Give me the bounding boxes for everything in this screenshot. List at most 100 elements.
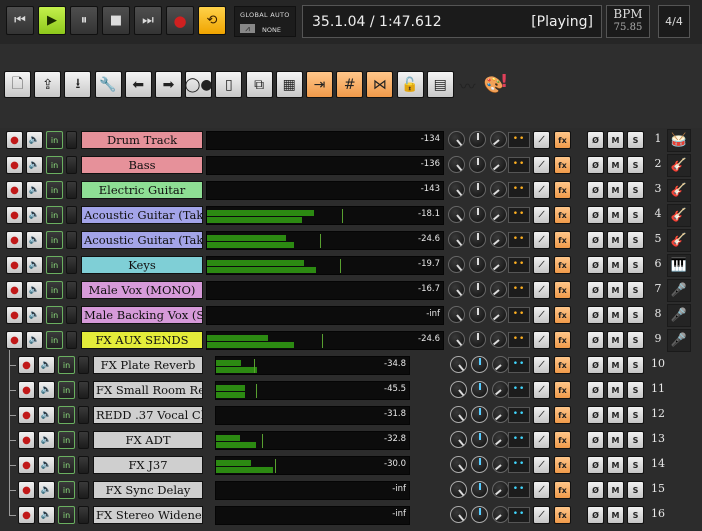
fx-button[interactable]: fx	[554, 181, 571, 199]
volume-knob[interactable]	[450, 506, 467, 523]
record-arm-button[interactable]: ●	[18, 381, 35, 399]
io-routing-button[interactable]: ••	[508, 307, 530, 323]
width-knob[interactable]	[492, 406, 509, 423]
input-button[interactable]: in	[46, 206, 63, 224]
input-button[interactable]: in	[58, 431, 75, 449]
track-lock-slot[interactable]	[66, 206, 77, 224]
solo-button[interactable]: S	[627, 231, 644, 249]
envelope-button[interactable]: ⟋	[533, 331, 550, 349]
save-project-icon[interactable]: ⭳	[64, 71, 92, 98]
pan-knob[interactable]	[471, 506, 488, 523]
width-knob[interactable]	[490, 206, 507, 223]
width-knob[interactable]	[492, 356, 509, 373]
redo-arrow-icon[interactable]: ➡	[155, 71, 182, 98]
go-to-start-button[interactable]: ⏮	[6, 6, 34, 35]
ripple-editing-icon[interactable]: ⇥	[306, 71, 333, 98]
speaker-monitor-icon[interactable]: 🔈	[26, 156, 43, 174]
speaker-monitor-icon[interactable]: 🔈	[38, 356, 55, 374]
volume-knob[interactable]	[448, 206, 465, 223]
track-lock-slot[interactable]	[78, 431, 89, 449]
speaker-monitor-icon[interactable]: 🔈	[26, 331, 43, 349]
time-signature[interactable]: 4/4	[658, 5, 690, 38]
solo-button[interactable]: S	[627, 156, 644, 174]
phase-button[interactable]: Ø	[587, 481, 604, 499]
track-name[interactable]: REDD .37 Vocal Chain	[93, 406, 203, 424]
phase-button[interactable]: Ø	[587, 331, 604, 349]
io-routing-button[interactable]: ••	[508, 457, 530, 473]
io-routing-button[interactable]: ••	[508, 357, 530, 373]
track-instrument-icon[interactable]: 🎸	[667, 229, 691, 252]
volume-knob[interactable]	[450, 481, 467, 498]
envelope-button[interactable]: ⟋	[533, 431, 550, 449]
track-lock-slot[interactable]	[66, 281, 77, 299]
record-arm-button[interactable]: ●	[6, 306, 23, 324]
mute-button[interactable]: M	[607, 356, 624, 374]
time-display[interactable]: 35.1.04 / 1:47.612 [Playing]	[302, 5, 602, 38]
fx-button[interactable]: fx	[554, 456, 571, 474]
io-routing-button[interactable]: ••	[508, 407, 530, 423]
stop-button[interactable]: ■	[102, 6, 130, 35]
width-knob[interactable]	[490, 181, 507, 198]
input-button[interactable]: in	[46, 306, 63, 324]
global-automation-box[interactable]: GLOBAL AUTO ⩘ NONE	[234, 6, 296, 37]
pan-knob[interactable]	[471, 481, 488, 498]
speaker-monitor-icon[interactable]: 🔈	[38, 481, 55, 499]
envelope-button[interactable]: ⟋	[533, 481, 550, 499]
volume-knob[interactable]	[450, 381, 467, 398]
io-routing-button[interactable]: ••	[508, 207, 530, 223]
track-lock-slot[interactable]	[78, 481, 89, 499]
speaker-monitor-icon[interactable]: 🔈	[26, 231, 43, 249]
mute-button[interactable]: M	[607, 281, 624, 299]
width-knob[interactable]	[492, 481, 509, 498]
solo-button[interactable]: S	[627, 481, 644, 499]
record-arm-button[interactable]: ●	[6, 281, 23, 299]
speaker-monitor-icon[interactable]: 🔈	[38, 406, 55, 424]
record-arm-button[interactable]: ●	[6, 131, 23, 149]
phase-button[interactable]: Ø	[587, 156, 604, 174]
input-button[interactable]: in	[46, 131, 63, 149]
track-instrument-icon[interactable]: 🎸	[667, 179, 691, 202]
volume-knob[interactable]	[450, 406, 467, 423]
envelope-button[interactable]: ⟋	[533, 156, 550, 174]
solo-button[interactable]: S	[627, 456, 644, 474]
mute-button[interactable]: M	[607, 256, 624, 274]
track-instrument-icon[interactable]: 🎤	[667, 279, 691, 302]
io-routing-button[interactable]: ••	[508, 282, 530, 298]
io-routing-button[interactable]: ••	[508, 507, 530, 523]
width-knob[interactable]	[492, 456, 509, 473]
pan-knob[interactable]	[471, 431, 488, 448]
mute-button[interactable]: M	[607, 406, 624, 424]
width-knob[interactable]	[492, 506, 509, 523]
width-knob[interactable]	[492, 381, 509, 398]
open-project-icon[interactable]: ⇪	[34, 71, 62, 98]
pan-knob[interactable]	[471, 406, 488, 423]
track-name[interactable]: Acoustic Guitar (Take 2	[81, 231, 203, 249]
track-instrument-icon[interactable]: 🎸	[667, 204, 691, 227]
track-lock-slot[interactable]	[66, 231, 77, 249]
pan-knob[interactable]	[469, 206, 486, 223]
fx-button[interactable]: fx	[554, 306, 571, 324]
speaker-monitor-icon[interactable]: 🔈	[38, 456, 55, 474]
pan-knob[interactable]	[469, 231, 486, 248]
width-knob[interactable]	[490, 231, 507, 248]
track-name[interactable]: Bass	[81, 156, 203, 174]
record-arm-button[interactable]: ●	[18, 356, 35, 374]
track-lock-slot[interactable]	[78, 381, 89, 399]
fx-button[interactable]: fx	[554, 381, 571, 399]
volume-knob[interactable]	[450, 356, 467, 373]
go-to-end-button[interactable]: ⏭	[134, 6, 162, 35]
phase-button[interactable]: Ø	[587, 381, 604, 399]
phase-button[interactable]: Ø	[587, 406, 604, 424]
mute-button[interactable]: M	[607, 431, 624, 449]
fx-button[interactable]: fx	[554, 281, 571, 299]
pan-knob[interactable]	[469, 131, 486, 148]
record-arm-button[interactable]: ●	[6, 256, 23, 274]
track-name[interactable]: Male Vox (MONO)	[81, 281, 203, 299]
fx-button[interactable]: fx	[554, 406, 571, 424]
new-project-icon[interactable]: 🗋	[4, 71, 31, 98]
record-arm-button[interactable]: ●	[6, 231, 23, 249]
pan-knob[interactable]	[469, 156, 486, 173]
solo-button[interactable]: S	[627, 431, 644, 449]
fx-button[interactable]: fx	[554, 356, 571, 374]
input-button[interactable]: in	[58, 506, 75, 524]
